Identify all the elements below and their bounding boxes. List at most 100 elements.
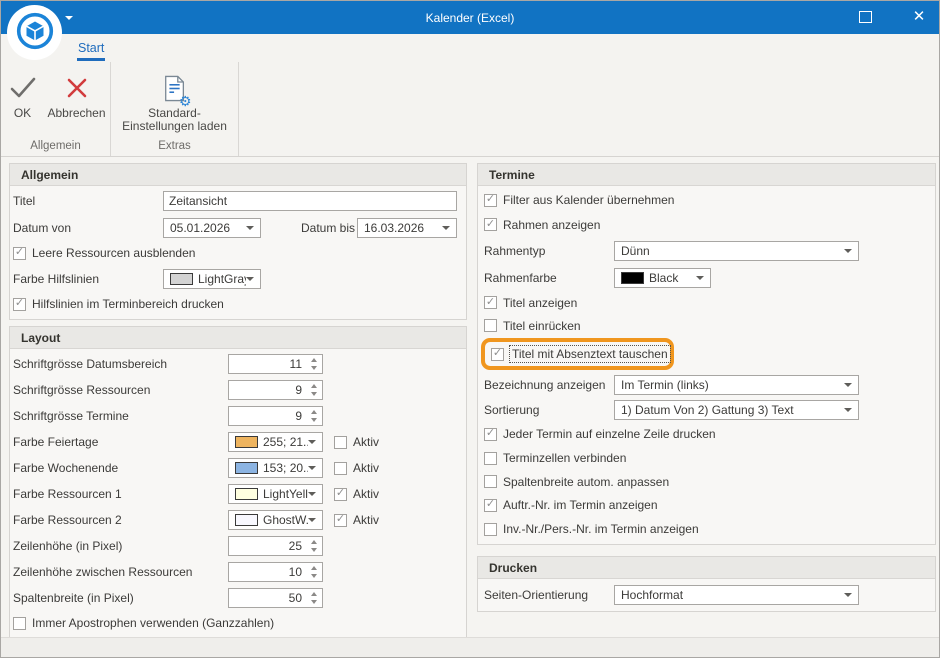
ribbon-group-label-extras: Extras [111,140,238,152]
schriftgroesse-ressourcen-label: Schriftgrösse Ressourcen [13,383,228,397]
spin-up-icon[interactable] [311,566,317,570]
farbe-feiertage-aktiv-checkbox[interactable]: ✓ [334,436,347,449]
titel-anzeigen-checkbox[interactable]: ✓ [484,296,497,309]
rahmentyp-dropdown[interactable]: Dünn [614,241,859,261]
seiten-orientierung-dropdown[interactable]: Hochformat [614,585,859,605]
titel-input[interactable]: Zeitansicht [163,191,457,211]
leere-ressourcen-checkbox[interactable]: ✓ [13,247,26,260]
rahmenfarbe-dropdown[interactable]: Black [614,268,711,288]
color-swatch [235,462,258,474]
sortierung-dropdown[interactable]: 1) Datum Von 2) Gattung 3) Text [614,400,859,420]
spin-down-icon[interactable] [311,392,317,396]
apostrophen-checkbox[interactable]: ✓ [13,617,26,630]
rahmentyp-label: Rahmentyp [484,244,614,258]
farbe-wochenende-dropdown[interactable]: 153; 20... [228,458,323,478]
check-icon: ✓ [336,488,345,499]
titlebar: Kalender (Excel) ✕ [1,1,939,34]
maximize-button[interactable] [859,11,872,23]
aktiv-label: Aktiv [353,435,379,449]
rahmen-anzeigen-label: Rahmen anzeigen [503,218,600,232]
farbe-ressourcen2-label: Farbe Ressourcen 2 [13,513,228,527]
color-swatch [235,514,258,526]
panel-drucken: Drucken Seiten-Orientierung Hochformat [477,556,936,612]
ok-button-label: OK [14,107,31,120]
close-button[interactable]: ✕ [909,7,929,27]
zeilenhoehe-stepper[interactable]: 25 [228,536,323,556]
zeilenhoehe-ressourcen-label: Zeilenhöhe zwischen Ressourcen [13,565,228,579]
bottom-status-band [1,637,939,657]
spaltenbreite-stepper[interactable]: 50 [228,588,323,608]
load-defaults-button[interactable]: ⚙ Standard-Einstellungen laden [115,66,235,133]
spin-up-icon[interactable] [311,540,317,544]
farbe-hilfslinien-value: LightGray [198,272,246,286]
spaltenbreite-autom-label: Spaltenbreite autom. anpassen [503,475,669,489]
sortierung-value: 1) Datum Von 2) Gattung 3) Text [621,403,844,417]
auftr-nr-checkbox[interactable]: ✓ [484,499,497,512]
color-swatch [235,488,258,500]
ok-button[interactable]: OK [2,66,44,120]
rahmen-anzeigen-checkbox[interactable]: ✓ [484,218,497,231]
app-logo-button[interactable] [7,5,62,60]
check-icon: ✓ [336,514,345,525]
farbe-wochenende-aktiv-checkbox[interactable]: ✓ [334,462,347,475]
titel-tauschen-checkbox[interactable]: ✓ [491,348,504,361]
inv-nr-checkbox[interactable]: ✓ [484,523,497,536]
chevron-down-icon [442,226,450,230]
spin-down-icon[interactable] [311,574,317,578]
farbe-ressourcen1-dropdown[interactable]: LightYell... [228,484,323,504]
terminzellen-checkbox[interactable]: ✓ [484,452,497,465]
terminzellen-label: Terminzellen verbinden [503,451,626,465]
farbe-feiertage-dropdown[interactable]: 255; 21... [228,432,323,452]
chevron-down-icon [844,408,852,412]
tab-start[interactable]: Start [77,41,105,61]
seiten-orientierung-label: Seiten-Orientierung [484,588,614,602]
sortierung-label: Sortierung [484,403,614,417]
stepper-value: 10 [229,565,307,579]
titel-label: Titel [13,194,163,208]
schriftgroesse-termine-stepper[interactable]: 9 [228,406,323,426]
hilfslinien-drucken-checkbox[interactable]: ✓ [13,298,26,311]
spin-down-icon[interactable] [311,548,317,552]
datum-von-dropdown[interactable]: 05.01.2026 [163,218,261,238]
ribbon-group-label-allgemein: Allgemein [1,140,110,152]
bezeichnung-dropdown[interactable]: Im Termin (links) [614,375,859,395]
spin-down-icon[interactable] [311,600,317,604]
spin-up-icon[interactable] [311,410,317,414]
datum-bis-value: 16.03.2026 [364,221,442,235]
zeilenhoehe-ressourcen-stepper[interactable]: 10 [228,562,323,582]
rahmentyp-value: Dünn [621,244,844,258]
red-x-icon [64,69,90,107]
ribbon-groups: OK Abbrechen Allgemein [1,62,239,156]
farbe-hilfslinien-label: Farbe Hilfslinien [13,272,163,286]
color-swatch [170,273,193,285]
farbe-ressourcen1-aktiv-checkbox[interactable]: ✓ [334,488,347,501]
spin-up-icon[interactable] [311,384,317,388]
cancel-button[interactable]: Abbrechen [44,66,110,120]
titel-einruecken-checkbox[interactable]: ✓ [484,319,497,332]
farbe-ressourcen2-dropdown[interactable]: GhostW... [228,510,323,530]
check-icon: ✓ [486,219,495,230]
app-menu-chevron-down-icon[interactable] [65,16,73,20]
check-icon: ✓ [493,348,502,359]
jeder-termin-checkbox[interactable]: ✓ [484,428,497,441]
spin-down-icon[interactable] [311,366,317,370]
check-icon: ✓ [15,298,24,309]
farbe-ressourcen1-label: Farbe Ressourcen 1 [13,487,228,501]
datum-von-value: 05.01.2026 [170,221,246,235]
check-icon [8,69,38,107]
farbe-hilfslinien-dropdown[interactable]: LightGray [163,269,261,289]
spaltenbreite-autom-checkbox[interactable]: ✓ [484,475,497,488]
datum-bis-dropdown[interactable]: 16.03.2026 [357,218,457,238]
spin-up-icon[interactable] [311,592,317,596]
spin-up-icon[interactable] [311,358,317,362]
stepper-value: 11 [229,357,307,371]
titel-input-value: Zeitansicht [169,194,227,208]
filter-kalender-checkbox[interactable]: ✓ [484,194,497,207]
chevron-down-icon [308,440,316,444]
spin-down-icon[interactable] [311,418,317,422]
schriftgroesse-datumsbereich-stepper[interactable]: 11 [228,354,323,374]
farbe-ressourcen2-aktiv-checkbox[interactable]: ✓ [334,514,347,527]
schriftgroesse-ressourcen-stepper[interactable]: 9 [228,380,323,400]
farbe-wochenende-label: Farbe Wochenende [13,461,228,475]
chevron-down-icon [696,276,704,280]
